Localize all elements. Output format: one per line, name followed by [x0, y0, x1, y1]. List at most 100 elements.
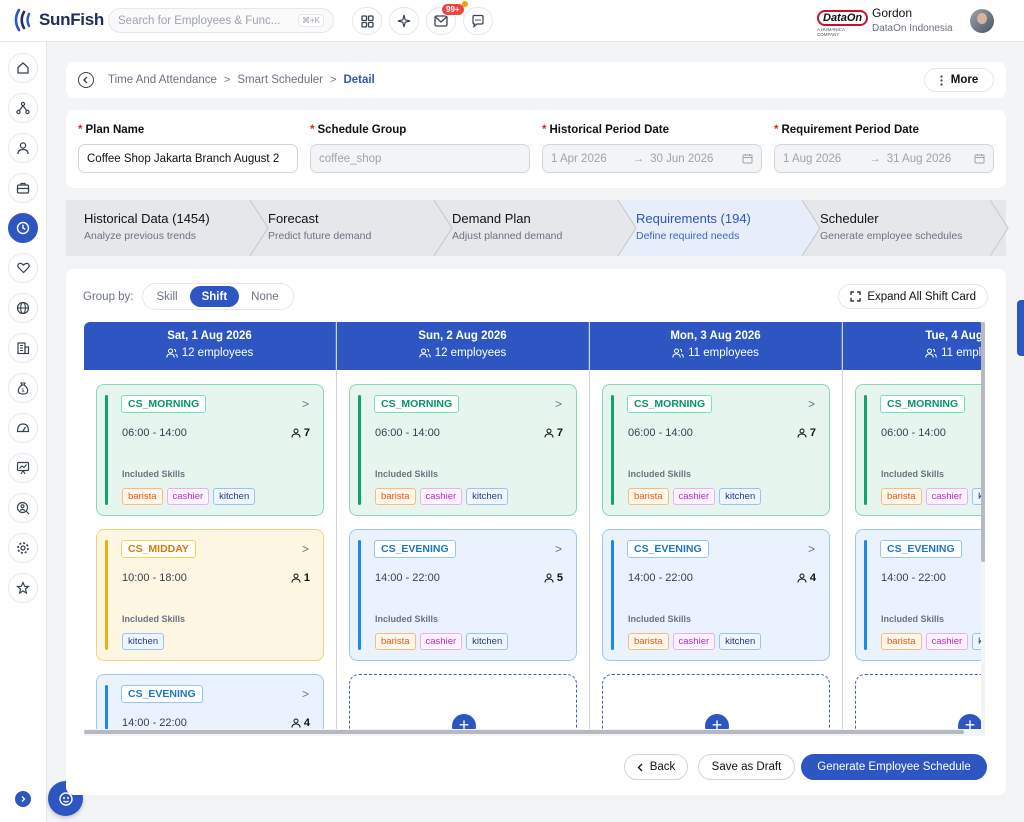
apps-button[interactable] — [352, 7, 382, 35]
chevron-right-icon[interactable]: > — [808, 397, 815, 411]
shift-headcount: 5 — [544, 572, 563, 584]
breadcrumb-time-attendance[interactable]: Time And Attendance — [108, 74, 217, 86]
expand-sidebar-button[interactable] — [15, 791, 31, 807]
skill-list: baristacashierkitchen — [881, 488, 985, 505]
sidebar-item-organization[interactable] — [8, 93, 38, 123]
notification-badge: 99+ — [441, 1, 468, 16]
historical-end: 30 Jun 2026 — [650, 152, 714, 165]
chevron-right-icon[interactable]: > — [555, 542, 562, 556]
sidebar-item-employee[interactable] — [8, 133, 38, 163]
horizontal-scrollbar[interactable] — [84, 729, 985, 736]
sunfish-logo[interactable]: SunFish — [14, 8, 104, 32]
included-skills-label: Included Skills — [628, 614, 692, 624]
sparkle-icon — [397, 14, 411, 28]
shift-card[interactable]: CS_EVENING>14:00 - 22:004Included Skills… — [602, 529, 830, 661]
group-by-option-skill[interactable]: Skill — [145, 286, 190, 307]
sidebar-item-dashboard[interactable] — [8, 413, 38, 443]
step-separator — [798, 200, 821, 256]
plus-icon[interactable]: + — [452, 714, 476, 729]
shift-card[interactable]: CS_EVENING>14:00 - 22:004Included Skills — [96, 674, 324, 729]
step-5[interactable]: Scheduler Generate employee schedules — [802, 200, 1006, 256]
shift-card[interactable]: CS_MORNING>06:00 - 14:007Included Skills… — [96, 384, 324, 516]
chevron-right-icon[interactable]: > — [302, 542, 309, 556]
step-2[interactable]: Forecast Predict future demand — [250, 200, 434, 256]
user-org: DataOn Indonesia — [872, 23, 953, 34]
day-date: Mon, 3 Aug 2026 — [670, 330, 761, 342]
back-arrow-icon[interactable] — [78, 72, 94, 88]
sidebar-item-recruitment[interactable] — [8, 493, 38, 523]
shift-card[interactable]: CS_MORNING>06:00 - 14:007Included Skills… — [855, 384, 985, 516]
skill-tag-barista: barista — [628, 633, 669, 650]
search-input[interactable]: Search for Employees & Func... ⌘+K — [108, 8, 334, 33]
shift-card[interactable]: CS_MORNING>06:00 - 14:007Included Skills… — [349, 384, 577, 516]
step-separator — [246, 200, 269, 256]
step-1[interactable]: Historical Data (1454) Analyze previous t… — [66, 200, 250, 256]
day-column: Sat, 1 Aug 2026 12 employees CS_MORNING >06… — [84, 322, 337, 729]
sidebar-item-performance[interactable] — [8, 453, 38, 483]
skill-tag-barista: barista — [881, 488, 922, 505]
requirement-end: 31 Aug 2026 — [886, 152, 952, 165]
users-icon — [418, 348, 431, 358]
chevron-right-icon[interactable]: > — [555, 397, 562, 411]
shift-color-bar — [358, 540, 361, 650]
gear-icon — [17, 542, 29, 554]
side-panel-tab[interactable] — [1017, 300, 1024, 356]
sidebar-item-global[interactable] — [8, 293, 38, 323]
shift-name: CS_MORNING — [121, 395, 207, 413]
shift-card[interactable]: CS_EVENING>14:00 - 22:004Included Skills… — [855, 529, 985, 661]
plan-name-input[interactable]: Coffee Shop Jakarta Branch August 2 — [78, 144, 298, 173]
user-info[interactable]: Gordon DataOn Indonesia — [872, 6, 953, 34]
more-button[interactable]: More — [924, 68, 994, 92]
skill-tag-cashier: cashier — [672, 488, 716, 505]
vertical-scrollbar[interactable] — [981, 322, 985, 729]
sidebar-item-settings[interactable] — [8, 533, 38, 563]
group-by-option-none[interactable]: None — [239, 286, 291, 307]
chevron-right-icon[interactable]: > — [808, 542, 815, 556]
shift-time: 14:00 - 22:00 — [881, 572, 946, 584]
generate-schedule-button[interactable]: Generate Employee Schedule — [801, 754, 987, 780]
shift-card[interactable]: CS_MORNING>06:00 - 14:007Included Skills… — [602, 384, 830, 516]
app-name: SunFish — [39, 10, 104, 29]
skill-tag-kitchen: kitchen — [122, 633, 165, 650]
add-shift-slot[interactable]: + — [855, 674, 985, 729]
day-header: Tue, 4 Aug 2026 11 employees — [843, 322, 985, 370]
avatar[interactable] — [970, 9, 994, 33]
sidebar-item-work[interactable] — [8, 173, 38, 203]
arrow-right-icon: → — [869, 152, 881, 165]
expand-all-button[interactable]: Expand All Shift Card — [838, 284, 988, 309]
shift-headcount: 1 — [291, 572, 310, 584]
chevron-right-icon[interactable]: > — [302, 687, 309, 701]
chat-button[interactable] — [463, 7, 493, 35]
inbox-button[interactable]: 99+ — [426, 1, 468, 35]
chevron-right-icon[interactable]: > — [302, 397, 309, 411]
step-3[interactable]: Demand Plan Adjust planned demand — [434, 200, 618, 256]
step-4[interactable]: Requirements (194) Define required needs — [618, 200, 802, 256]
ai-button[interactable] — [389, 7, 419, 35]
sidebar-item-home[interactable] — [8, 53, 38, 83]
save-draft-button[interactable]: Save as Draft — [698, 754, 795, 780]
day-header: Sat, 1 Aug 2026 12 employees — [84, 322, 336, 370]
back-button[interactable]: Back — [624, 754, 688, 780]
money-bag-icon: $ — [17, 382, 29, 395]
add-shift-slot[interactable]: + — [349, 674, 577, 729]
sidebar-item-benefits[interactable] — [8, 253, 38, 283]
shift-card[interactable]: CS_MIDDAY >10:00 - 18:00 1 Included Skills k… — [96, 529, 324, 661]
included-skills-label: Included Skills — [881, 614, 945, 624]
historical-period-group: * Historical Period Date 1 Apr 2026 → 30 … — [542, 124, 762, 173]
skill-list: baristacashierkitchen — [375, 633, 509, 650]
sidebar-item-company[interactable] — [8, 333, 38, 363]
breadcrumb-smart-scheduler[interactable]: Smart Scheduler — [237, 74, 323, 86]
shift-color-bar — [358, 395, 361, 505]
skill-list: baristacashierkitchen — [375, 488, 509, 505]
users-icon — [165, 348, 178, 358]
plus-icon[interactable]: + — [705, 714, 729, 729]
add-shift-slot[interactable]: + — [602, 674, 830, 729]
top-bar: SunFish Search for Employees & Func... ⌘… — [0, 0, 1024, 42]
sidebar-item-favorites[interactable] — [8, 573, 38, 603]
group-by-option-shift[interactable]: Shift — [189, 286, 240, 307]
sidebar-item-time-attendance[interactable] — [8, 213, 38, 243]
historical-start: 1 Apr 2026 — [551, 152, 607, 165]
plus-icon[interactable]: + — [958, 714, 982, 729]
shift-card[interactable]: CS_EVENING >14:00 - 22:00 5 Included Skills… — [349, 529, 577, 661]
sidebar-item-payroll[interactable]: $ — [8, 373, 38, 403]
